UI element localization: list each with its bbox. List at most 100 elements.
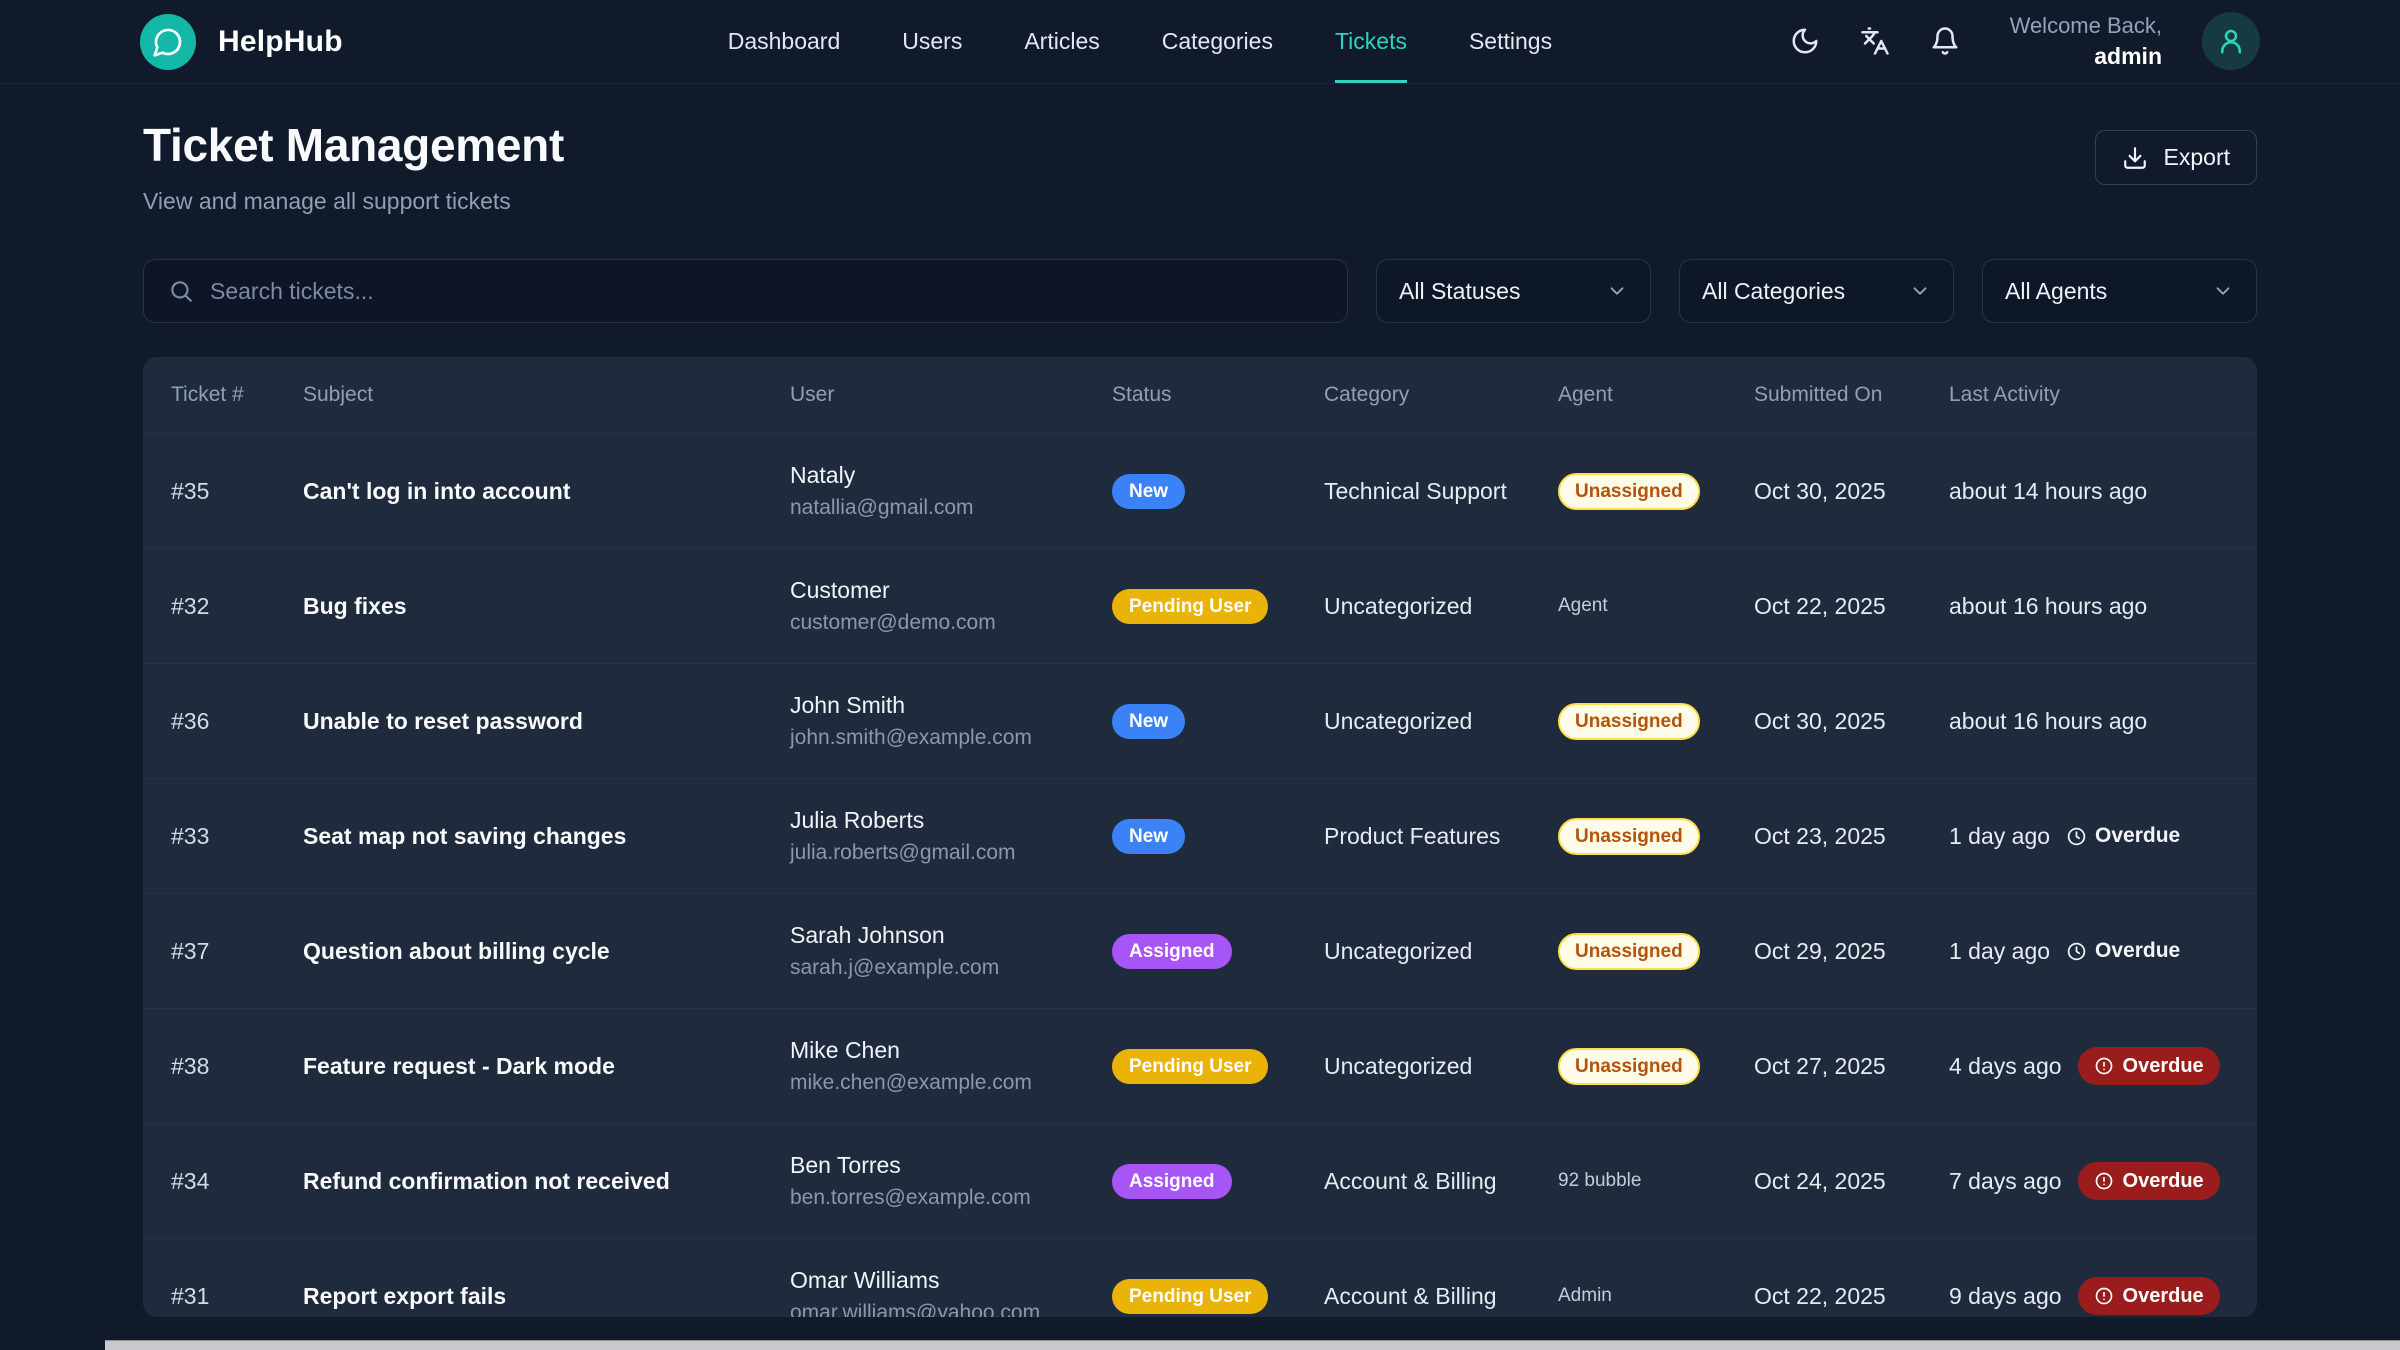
alert-circle-icon: [2094, 1171, 2114, 1191]
activity-cell: 1 day ago Overdue: [1949, 938, 2229, 965]
status-cell: Pending User: [1112, 589, 1324, 624]
export-button-label: Export: [2164, 144, 2230, 171]
status-cell: Assigned: [1112, 934, 1324, 969]
user-email: julia.roberts@gmail.com: [790, 841, 1112, 865]
status-filter-select[interactable]: All Statuses: [1376, 259, 1651, 323]
category-cell: Uncategorized: [1324, 593, 1558, 620]
nav-item-categories[interactable]: Categories: [1162, 0, 1273, 83]
activity-cell: about 16 hours ago: [1949, 593, 2229, 620]
submitted-date: Oct 30, 2025: [1754, 708, 1949, 735]
welcome-block: Welcome Back, admin: [2010, 11, 2162, 72]
horizontal-scrollbar[interactable]: [105, 1340, 2400, 1350]
ticket-subject[interactable]: Bug fixes: [303, 593, 790, 620]
status-badge: New: [1112, 819, 1185, 854]
submitted-date: Oct 27, 2025: [1754, 1053, 1949, 1080]
table-row[interactable]: #34 Refund confirmation not received Ben…: [143, 1123, 2257, 1238]
search-box[interactable]: [143, 259, 1348, 323]
activity-text: 1 day ago: [1949, 823, 2050, 850]
table-row[interactable]: #31 Report export fails Omar Williams om…: [143, 1238, 2257, 1317]
submitted-date: Oct 30, 2025: [1754, 478, 1949, 505]
agent-text: Admin: [1558, 1285, 1612, 1306]
user-email: natallia@gmail.com: [790, 496, 1112, 520]
activity-cell: about 16 hours ago: [1949, 708, 2229, 735]
table-row[interactable]: #38 Feature request - Dark mode Mike Che…: [143, 1008, 2257, 1123]
col-header-status: Status: [1112, 383, 1324, 407]
table-row[interactable]: #35 Can't log in into account Nataly nat…: [143, 433, 2257, 548]
nav-item-tickets[interactable]: Tickets: [1335, 0, 1407, 83]
agent-filter-value: All Agents: [2005, 278, 2107, 305]
col-header-subject: Subject: [303, 383, 790, 407]
nav-item-articles[interactable]: Articles: [1024, 0, 1099, 83]
user-name: Omar Williams: [790, 1267, 1112, 1294]
user-cell: Nataly natallia@gmail.com: [790, 462, 1112, 520]
nav-item-dashboard[interactable]: Dashboard: [728, 0, 841, 83]
activity-cell: 4 days ago Overdue: [1949, 1047, 2229, 1085]
user-email: mike.chen@example.com: [790, 1071, 1112, 1095]
welcome-text: Welcome Back,: [2010, 11, 2162, 41]
user-cell: John Smith john.smith@example.com: [790, 692, 1112, 750]
nav-item-settings[interactable]: Settings: [1469, 0, 1552, 83]
table-header-row: Ticket # Subject User Status Category Ag…: [143, 357, 2257, 433]
language-translate-icon[interactable]: [1860, 26, 1890, 56]
user-email: ben.torres@example.com: [790, 1186, 1112, 1210]
dark-mode-toggle-moon-icon[interactable]: [1790, 26, 1820, 56]
ticket-number: #35: [171, 478, 303, 505]
tickets-table: Ticket # Subject User Status Category Ag…: [143, 357, 2257, 1317]
status-badge: Pending User: [1112, 1049, 1268, 1084]
download-icon: [2122, 145, 2148, 171]
user-cell: Sarah Johnson sarah.j@example.com: [790, 922, 1112, 980]
table-row[interactable]: #33 Seat map not saving changes Julia Ro…: [143, 778, 2257, 893]
category-cell: Uncategorized: [1324, 708, 1558, 735]
activity-text: about 16 hours ago: [1949, 593, 2147, 620]
search-input[interactable]: [210, 278, 1323, 305]
clock-icon: [2066, 826, 2087, 847]
user-name: Customer: [790, 577, 1112, 604]
table-row[interactable]: #37 Question about billing cycle Sarah J…: [143, 893, 2257, 1008]
agent-text: Agent: [1558, 595, 1608, 616]
status-cell: Pending User: [1112, 1049, 1324, 1084]
ticket-number: #38: [171, 1053, 303, 1080]
status-cell: New: [1112, 819, 1324, 854]
activity-text: 9 days ago: [1949, 1283, 2062, 1310]
agent-filter-select[interactable]: All Agents: [1982, 259, 2257, 323]
agent-cell: Unassigned: [1558, 703, 1754, 740]
ticket-subject[interactable]: Unable to reset password: [303, 708, 790, 735]
ticket-subject[interactable]: Seat map not saving changes: [303, 823, 790, 850]
status-cell: New: [1112, 474, 1324, 509]
user-name: Nataly: [790, 462, 1112, 489]
ticket-subject[interactable]: Can't log in into account: [303, 478, 790, 505]
agent-badge: Unassigned: [1558, 933, 1700, 970]
ticket-subject[interactable]: Feature request - Dark mode: [303, 1053, 790, 1080]
user-name: John Smith: [790, 692, 1112, 719]
category-cell: Uncategorized: [1324, 938, 1558, 965]
nav-item-users[interactable]: Users: [902, 0, 962, 83]
col-header-ticket: Ticket #: [171, 383, 303, 407]
ticket-subject[interactable]: Report export fails: [303, 1283, 790, 1310]
category-cell: Uncategorized: [1324, 1053, 1558, 1080]
agent-badge: Unassigned: [1558, 703, 1700, 740]
table-row[interactable]: #36 Unable to reset password John Smith …: [143, 663, 2257, 778]
overdue-plain: Overdue: [2066, 824, 2180, 848]
user-avatar[interactable]: [2202, 12, 2260, 70]
agent-text: 92 bubble: [1558, 1170, 1641, 1191]
submitted-date: Oct 23, 2025: [1754, 823, 1949, 850]
activity-text: about 16 hours ago: [1949, 708, 2147, 735]
activity-cell: 7 days ago Overdue: [1949, 1162, 2229, 1200]
ticket-subject[interactable]: Question about billing cycle: [303, 938, 790, 965]
export-button[interactable]: Export: [2095, 130, 2257, 185]
table-row[interactable]: #32 Bug fixes Customer customer@demo.com…: [143, 548, 2257, 663]
brand[interactable]: HelpHub: [140, 14, 343, 70]
submitted-date: Oct 24, 2025: [1754, 1168, 1949, 1195]
ticket-subject[interactable]: Refund confirmation not received: [303, 1168, 790, 1195]
user-email: customer@demo.com: [790, 611, 1112, 635]
page-title: Ticket Management: [143, 118, 564, 172]
activity-cell: about 14 hours ago: [1949, 478, 2229, 505]
notifications-bell-icon[interactable]: [1930, 26, 1960, 56]
agent-cell: Agent: [1558, 595, 1754, 617]
category-filter-select[interactable]: All Categories: [1679, 259, 1954, 323]
col-header-category: Category: [1324, 383, 1558, 407]
ticket-number: #33: [171, 823, 303, 850]
activity-text: about 14 hours ago: [1949, 478, 2147, 505]
activity-text: 4 days ago: [1949, 1053, 2062, 1080]
overdue-plain: Overdue: [2066, 939, 2180, 963]
